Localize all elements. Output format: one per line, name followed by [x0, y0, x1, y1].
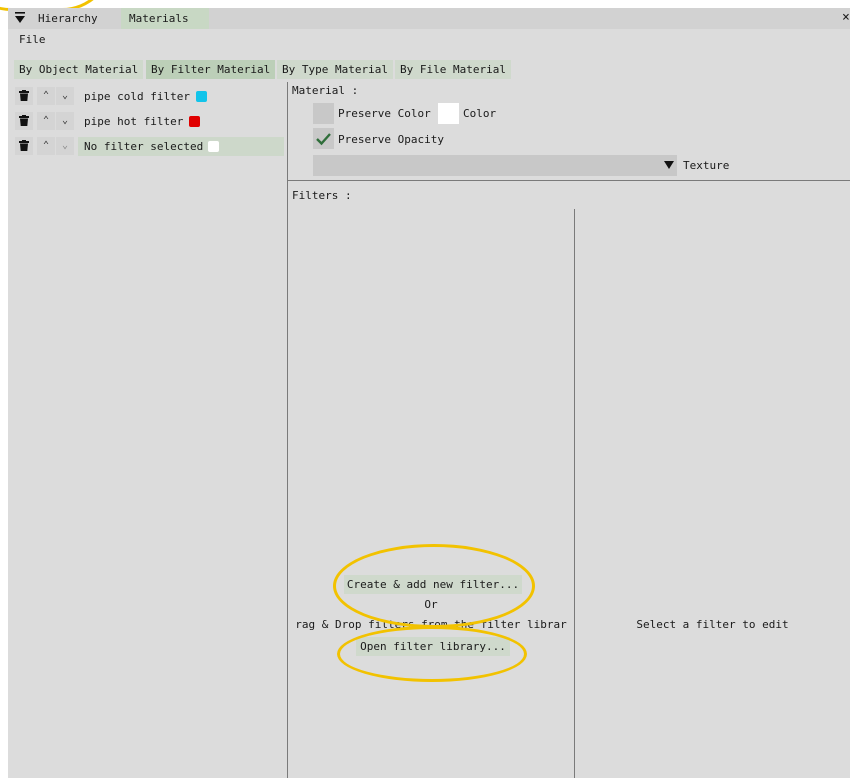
texture-dropdown[interactable]: [313, 155, 677, 176]
delete-button-2[interactable]: [15, 112, 33, 130]
delete-button-1[interactable]: [15, 87, 33, 105]
move-up-button-1[interactable]: ⌃: [37, 87, 55, 105]
annotation-ellipse-create: [333, 544, 535, 628]
filter-item-label-3[interactable]: No filter selected: [84, 137, 203, 156]
left-panel-divider: [287, 82, 288, 778]
subtab-by-object-material[interactable]: By Object Material: [14, 60, 144, 79]
subtab-by-type-material[interactable]: By Type Material: [277, 60, 393, 79]
trash-icon: [19, 115, 29, 126]
subtab-by-file-material[interactable]: By File Material: [395, 60, 511, 79]
close-icon[interactable]: ×: [842, 10, 850, 25]
move-up-button-3[interactable]: ⌃: [37, 137, 55, 155]
trash-icon: [19, 140, 29, 151]
move-up-button-2[interactable]: ⌃: [37, 112, 55, 130]
color-swatch-button[interactable]: [438, 103, 459, 124]
filters-column-divider: [574, 209, 575, 778]
select-filter-hint: Select a filter to edit: [636, 618, 789, 631]
delete-button-3[interactable]: [15, 137, 33, 155]
preserve-color-label: Preserve Color: [338, 107, 431, 120]
dropdown-triangle-icon: [664, 161, 674, 169]
color-label: Color: [463, 107, 497, 120]
preserve-color-checkbox[interactable]: [313, 103, 334, 124]
filter-color-swatch-3[interactable]: [208, 141, 219, 152]
filter-item-label-2[interactable]: pipe hot filter: [84, 112, 183, 131]
preserve-opacity-checkbox[interactable]: [313, 128, 334, 149]
move-down-button-2[interactable]: ⌄: [56, 112, 74, 130]
filters-heading: Filters :: [292, 189, 352, 202]
subtab-by-filter-material[interactable]: By Filter Material: [146, 60, 276, 79]
move-down-button-1[interactable]: ⌄: [56, 87, 74, 105]
tab-hierarchy[interactable]: Hierarchy: [30, 8, 106, 29]
tab-materials[interactable]: Materials: [121, 8, 209, 29]
collapse-triangle-icon[interactable]: [14, 10, 26, 26]
filter-color-swatch-1[interactable]: [196, 91, 207, 102]
filter-color-swatch-2[interactable]: [189, 116, 200, 127]
trash-icon: [19, 90, 29, 101]
checkmark-icon: [316, 133, 331, 146]
filter-item-label-1[interactable]: pipe cold filter: [84, 87, 190, 106]
annotation-ellipse-library: [337, 626, 527, 682]
texture-label: Texture: [683, 159, 730, 172]
preserve-opacity-label: Preserve Opacity: [338, 133, 444, 146]
material-section-divider: [288, 180, 850, 181]
move-down-button-3[interactable]: ⌄: [56, 137, 74, 155]
menu-file[interactable]: File: [19, 32, 46, 48]
material-heading: Material :: [292, 84, 359, 97]
